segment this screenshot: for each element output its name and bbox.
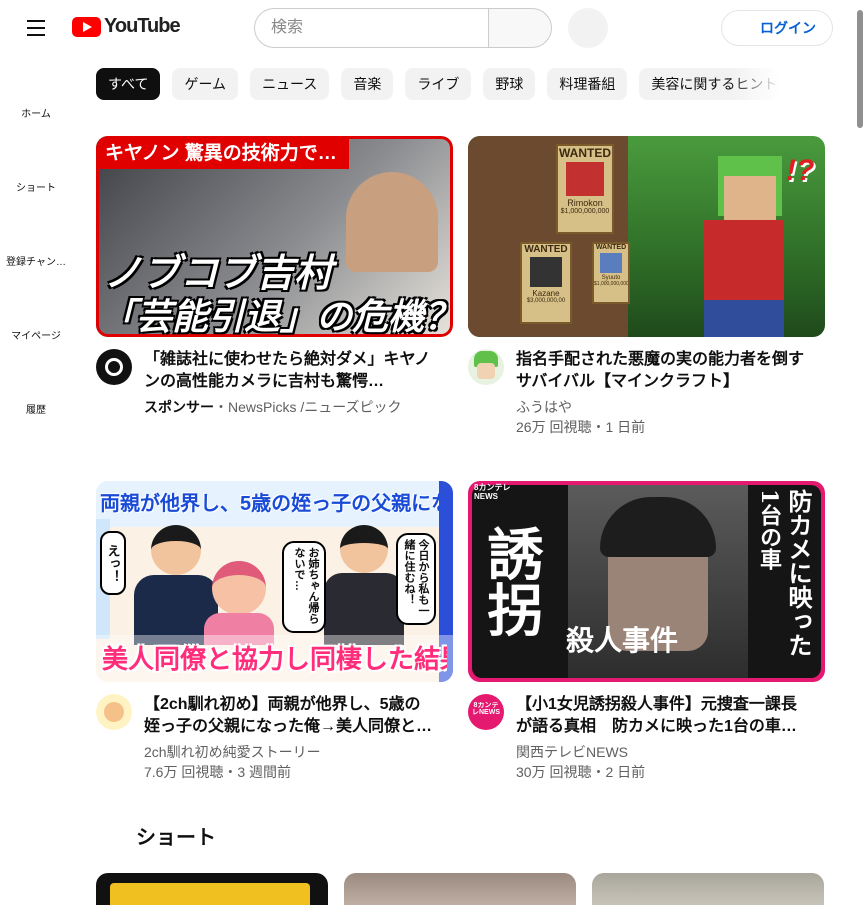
voice-search-button[interactable] xyxy=(568,8,608,48)
thumbnail-caption: 「芸能引退」の危機？ xyxy=(100,296,453,337)
thumbnail-caption: キヤノン 驚異の技術力で… xyxy=(99,139,349,169)
news-logo: 8カンテレNEWS xyxy=(474,483,511,501)
video-thumbnail[interactable]: 8カンテレNEWS 誘拐 殺人事件 防カメに映った 1台の車 xyxy=(468,481,825,682)
sidebar-item-label: ショート xyxy=(16,182,56,194)
chip-music[interactable]: 音楽 xyxy=(341,68,394,100)
youtube-play-icon xyxy=(72,16,101,37)
short-thumbnail[interactable] xyxy=(344,873,576,905)
logo-text: YouTube xyxy=(104,15,181,37)
speech-bubble: お姉ちゃん帰らないで… xyxy=(282,541,326,633)
sidebar-item-you[interactable]: マイページ xyxy=(0,297,72,371)
poster-text: Rimokon xyxy=(567,198,603,208)
video-card[interactable]: WANTED Rimokon $1,000,000,000 WANTED Kaz… xyxy=(468,136,825,437)
channel-line: スポンサー・NewsPicks /ニューズピック xyxy=(144,397,434,417)
video-card[interactable]: キヤノン 驚異の技術力で… ノブコブ吉村 「芸能引退」の危機？ 「雑誌社に使わせ… xyxy=(96,136,453,417)
chip-baseball[interactable]: 野球 xyxy=(483,68,536,100)
video-stats: 7.6万 回視聴・3 週間前 xyxy=(144,764,292,780)
sidebar-item-home[interactable]: ホーム xyxy=(0,75,72,149)
sidebar-item-label: 登録チャン… xyxy=(6,256,66,268)
video-title[interactable]: 【2ch馴れ初め】両親が他界し、5歳の姪っ子の父親になった俺→美人同僚と… xyxy=(144,694,434,738)
video-title[interactable]: 「雑誌社に使わせたら絶対ダメ」キヤノンの高性能カメラに吉村も驚愕… xyxy=(144,349,434,393)
chip-games[interactable]: ゲーム xyxy=(172,68,239,100)
thumbnail-caption: 防カメに映った xyxy=(784,489,813,657)
sidebar-item-subscriptions[interactable]: 登録チャン… xyxy=(0,223,72,297)
channel-avatar[interactable] xyxy=(468,349,504,385)
search-input[interactable] xyxy=(254,8,488,48)
poster-text: Kazane xyxy=(532,289,560,298)
poster-text: WANTED xyxy=(524,244,568,255)
poster-text: WANTED xyxy=(559,146,611,160)
chip-live[interactable]: ライブ xyxy=(405,68,472,100)
poster-text: $3,000,000,00 xyxy=(526,298,566,304)
sponsor-label: スポンサー xyxy=(144,399,214,415)
avatar-logo-text: 8カンテレNEWS xyxy=(472,702,500,716)
speech-bubble: えっ！ xyxy=(100,531,126,595)
thumbnail-caption: 美人同僚と協力し同棲した結果 xyxy=(102,644,447,674)
category-chips: すべて ゲーム ニュース 音楽 ライブ 野球 料理番組 美容に関するヒント xyxy=(96,68,780,100)
sidebar-item-history[interactable]: 履歴 xyxy=(0,371,72,445)
thumbnail-caption: 両親が他界し、5歳の姪っ子の父親になった俺 xyxy=(100,493,440,515)
youtube-logo[interactable]: YouTube xyxy=(72,15,181,38)
sidebar-item-label: ホーム xyxy=(21,108,51,120)
video-stats: 30万 回視聴・2 日前 xyxy=(516,764,646,780)
menu-icon[interactable] xyxy=(20,12,52,44)
chip-news[interactable]: ニュース xyxy=(250,68,330,100)
scroll-thumb[interactable] xyxy=(857,10,863,128)
short-thumbnail[interactable] xyxy=(592,873,824,905)
shorts-section-title: ショート xyxy=(136,827,216,849)
short-thumbnail[interactable] xyxy=(96,873,328,905)
channel-name[interactable]: 関西テレビNEWS xyxy=(516,742,806,762)
channel-name[interactable]: 2ch馴れ初め純愛ストーリー xyxy=(144,742,434,762)
video-thumbnail[interactable]: WANTED Rimokon $1,000,000,000 WANTED Kaz… xyxy=(468,136,825,337)
sidebar-item-label: 履歴 xyxy=(26,404,46,416)
video-card[interactable]: 8カンテレNEWS 誘拐 殺人事件 防カメに映った 1台の車 8カンテレNEWS… xyxy=(468,481,825,782)
login-button[interactable]: ログイン xyxy=(721,10,833,46)
thumbnail-caption: 1台の車 xyxy=(756,489,782,571)
video-title[interactable]: 指名手配された悪魔の実の能力者を倒すサバイバル【マインクラフト】 xyxy=(516,349,806,393)
search-button[interactable] xyxy=(488,8,552,48)
video-card[interactable]: 両親が他界し、5歳の姪っ子の父親になった俺 えっ！ お姉ちゃん帰らないで… 今日… xyxy=(96,481,453,782)
thumbnail-caption: 殺人事件 xyxy=(566,624,679,657)
poster-text: $1,000,000,000 xyxy=(560,208,610,215)
chip-all[interactable]: すべて xyxy=(96,68,161,100)
search-bar xyxy=(254,8,552,48)
sidebar-item-shorts[interactable]: ショート xyxy=(0,149,72,223)
sidebar-item-label: マイページ xyxy=(11,330,61,342)
poster-text: $1,000,000,000 xyxy=(594,281,629,287)
video-thumbnail[interactable]: 両親が他界し、5歳の姪っ子の父親になった俺 えっ！ お姉ちゃん帰らないで… 今日… xyxy=(96,481,453,682)
channel-name[interactable]: ・NewsPicks /ニューズピック xyxy=(214,399,402,415)
thumbnail-caption: !? xyxy=(786,154,815,187)
thumbnail-caption: 誘拐 xyxy=(478,525,544,637)
channel-avatar[interactable] xyxy=(96,349,132,385)
video-title[interactable]: 【小1女児誘拐殺人事件】元捜査一課長が語る真相 防カメに映った1台の車… xyxy=(516,694,806,738)
scrollbar[interactable] xyxy=(855,0,865,905)
channel-avatar[interactable] xyxy=(96,694,132,730)
poster-text: WANTED xyxy=(595,244,627,251)
video-stats: 26万 回視聴・1 日前 xyxy=(516,419,646,435)
channel-name[interactable]: ふうはや xyxy=(516,397,806,417)
speech-bubble: 今日から私も一緒に住むね！ xyxy=(396,533,436,625)
chips-fade xyxy=(730,68,780,100)
top-bar: YouTube ログイン xyxy=(0,0,865,56)
chip-cooking[interactable]: 料理番組 xyxy=(547,68,628,100)
video-thumbnail[interactable]: キヤノン 驚異の技術力で… ノブコブ吉村 「芸能引退」の危機？ xyxy=(96,136,453,337)
channel-avatar[interactable]: 8カンテレNEWS xyxy=(468,694,504,730)
